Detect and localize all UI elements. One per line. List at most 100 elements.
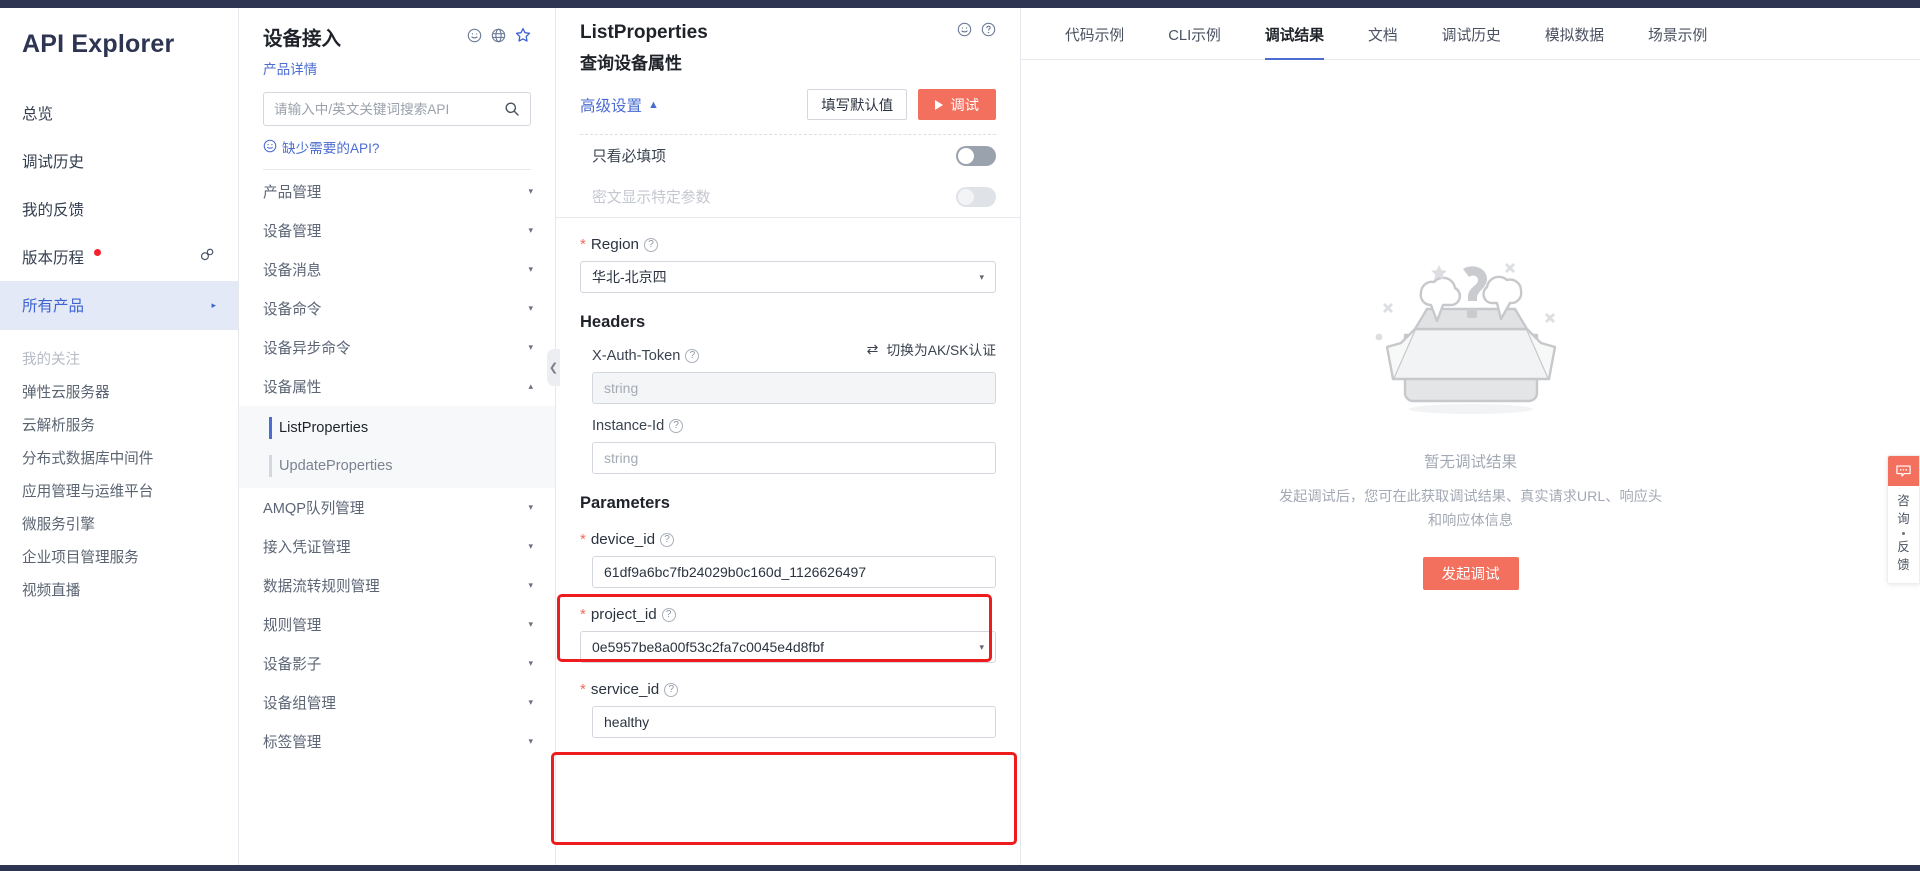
missing-api-link[interactable]: 缺少需要的API? <box>263 137 531 157</box>
product-name: 设备接入 <box>263 28 342 50</box>
device-id-label: * device_id ? <box>580 531 996 548</box>
fill-default-values-button[interactable]: 填写默认值 <box>807 89 908 120</box>
smiley-icon[interactable] <box>467 28 482 46</box>
tree-group-device-group-mgmt[interactable]: 设备组管理 ▾ <box>239 683 555 722</box>
search-icon[interactable] <box>504 101 520 117</box>
chevron-down-icon: ▾ <box>528 342 533 352</box>
required-star-icon: * <box>580 681 586 698</box>
region-label: * Region ? <box>580 236 996 253</box>
consult-feedback-label[interactable]: 咨 询 反 馈 <box>1888 486 1919 583</box>
project-id-select[interactable]: ▾ <box>580 631 996 663</box>
api-name-title: ListProperties <box>580 22 708 43</box>
tree-group-tag-mgmt[interactable]: 标签管理 ▾ <box>239 722 555 761</box>
sidebar-item-debug-history[interactable]: 调试历史 <box>0 137 238 185</box>
tree-group-amqp-queue-mgmt[interactable]: AMQP队列管理 ▾ <box>239 488 555 527</box>
service-id-input[interactable] <box>592 706 996 738</box>
advanced-settings-toggle[interactable]: 高级设置 ▲ <box>580 94 659 116</box>
sidebar-item-eps[interactable]: 企业项目管理服务 <box>0 540 238 573</box>
tree-group-data-forwarding-rule-mgmt[interactable]: 数据流转规则管理 ▾ <box>239 566 555 605</box>
tree-group-device-shadow[interactable]: 设备影子 ▾ <box>239 644 555 683</box>
sidebar-item-label: 所有产品 <box>22 298 85 315</box>
product-detail-link[interactable]: 产品详情 <box>263 58 531 78</box>
toggle-mask-params-label: 密文显示特定参数 <box>592 190 711 206</box>
chat-bubble-icon[interactable] <box>1888 456 1919 486</box>
project-id-value[interactable] <box>592 639 972 655</box>
tree-group-device-async-command[interactable]: 设备异步命令 ▾ <box>239 328 555 367</box>
chevron-down-icon: ▾ <box>528 697 533 707</box>
sidebar-item-live[interactable]: 视频直播 <box>0 573 238 606</box>
tree-group-device-mgmt[interactable]: 设备管理 ▾ <box>239 211 555 250</box>
instance-id-input[interactable] <box>592 442 996 474</box>
service-id-value[interactable] <box>604 714 984 730</box>
globe-icon[interactable] <box>491 28 506 46</box>
instance-id-label-text: Instance-Id <box>592 418 665 434</box>
search-input[interactable] <box>274 101 504 117</box>
switch-to-aksk-auth-link[interactable]: ⇄ 切换为AK/SK认证 <box>867 339 996 359</box>
help-icon[interactable]: ? <box>643 237 658 252</box>
api-search-box[interactable] <box>263 92 531 126</box>
service-id-label: * service_id ? <box>580 681 996 698</box>
tree-group-device-message[interactable]: 设备消息 ▾ <box>239 250 555 289</box>
chevron-down-icon: ▾ <box>979 271 984 282</box>
tree-group-label: 设备消息 <box>263 263 322 279</box>
sidebar-item-label: 我的反馈 <box>22 202 85 219</box>
help-icon[interactable]: ? <box>685 349 700 363</box>
sidebar-item-dns[interactable]: 云解析服务 <box>0 408 238 441</box>
parameters-section-title: Parameters <box>580 494 670 512</box>
instance-id-value[interactable] <box>604 450 984 466</box>
start-debug-button[interactable]: 发起调试 <box>1422 556 1519 590</box>
sidebar-item-overview[interactable]: 总览 <box>0 89 238 137</box>
tree-group-device-properties[interactable]: 设备属性 ▴ <box>239 367 555 406</box>
help-icon[interactable] <box>981 22 996 40</box>
tree-group-product-mgmt[interactable]: 产品管理 ▾ <box>239 172 555 211</box>
toggle-mask-params-switch[interactable] <box>956 186 996 207</box>
product-header-icons <box>467 27 531 46</box>
sidebar-item-label: 分布式数据库中间件 <box>22 451 154 467</box>
help-icon[interactable]: ? <box>664 682 679 697</box>
help-icon[interactable]: ? <box>669 419 684 433</box>
sidebar-item-ecs[interactable]: 弹性云服务器 <box>0 375 238 408</box>
x-auth-token-value[interactable] <box>604 380 984 396</box>
required-star-icon: * <box>580 531 586 548</box>
tree-group-label: 设备组管理 <box>263 696 336 712</box>
sidebar-item-version-history[interactable]: 版本历程 <box>0 233 238 281</box>
empty-state: 暂无调试结果 发起调试后，您可在此获取调试结果、真实请求URL、响应头和响应体信… <box>1021 0 1920 871</box>
tree-item-listproperties[interactable]: ListProperties <box>239 409 555 447</box>
tree-group-label: 设备影子 <box>263 657 322 673</box>
sidebar-item-label: 总览 <box>22 106 54 123</box>
device-id-value[interactable] <box>604 564 984 580</box>
region-select-value[interactable] <box>592 269 972 285</box>
debug-button[interactable]: 调试 <box>918 89 996 120</box>
tree-group-device-command[interactable]: 设备命令 ▾ <box>239 289 555 328</box>
sidebar-item-cse[interactable]: 微服务引擎 <box>0 507 238 540</box>
toggle-required-only-switch[interactable] <box>956 145 996 166</box>
toggle-mask-params-row: 密文显示特定参数 <box>556 176 1020 217</box>
separator-dot <box>1902 532 1905 536</box>
region-select[interactable]: ▾ <box>580 261 996 293</box>
device-id-input[interactable] <box>592 556 996 588</box>
tree-item-updateproperties[interactable]: UpdateProperties <box>239 447 555 485</box>
collapse-panel-handle[interactable]: ❮ <box>547 349 560 386</box>
smiley-icon <box>263 139 277 156</box>
empty-state-description: 发起调试后，您可在此获取调试结果、真实请求URL、响应头和响应体信息 <box>1278 489 1663 529</box>
consult-feedback-widget[interactable]: 咨 询 反 馈 <box>1887 455 1920 585</box>
sidebar-item-aom[interactable]: 应用管理与运维平台 <box>0 474 238 507</box>
chevron-down-icon: ▾ <box>528 658 533 668</box>
chevron-down-icon: ▾ <box>528 186 533 196</box>
required-star-icon: * <box>580 236 586 253</box>
sidebar-item-all-products[interactable]: 所有产品 ▸ <box>0 281 238 329</box>
chevron-up-icon: ▴ <box>528 381 533 391</box>
help-icon[interactable]: ? <box>660 532 675 547</box>
tree-item-label: UpdateProperties <box>279 458 393 474</box>
window-top-bar <box>0 0 1920 8</box>
sidebar-item-my-feedback[interactable]: 我的反馈 <box>0 185 238 233</box>
x-auth-token-input[interactable] <box>592 372 996 404</box>
tree-group-access-credential-mgmt[interactable]: 接入凭证管理 ▾ <box>239 527 555 566</box>
tree-group-rule-mgmt[interactable]: 规则管理 ▾ <box>239 605 555 644</box>
new-badge-dot <box>94 248 102 256</box>
smiley-icon[interactable] <box>957 22 972 40</box>
help-icon[interactable]: ? <box>661 607 676 622</box>
star-icon[interactable] <box>515 27 531 46</box>
sidebar-primary-nav: 总览 调试历史 我的反馈 版本历程 所有产品 ▸ <box>0 89 238 329</box>
sidebar-item-ddm[interactable]: 分布式数据库中间件 <box>0 441 238 474</box>
